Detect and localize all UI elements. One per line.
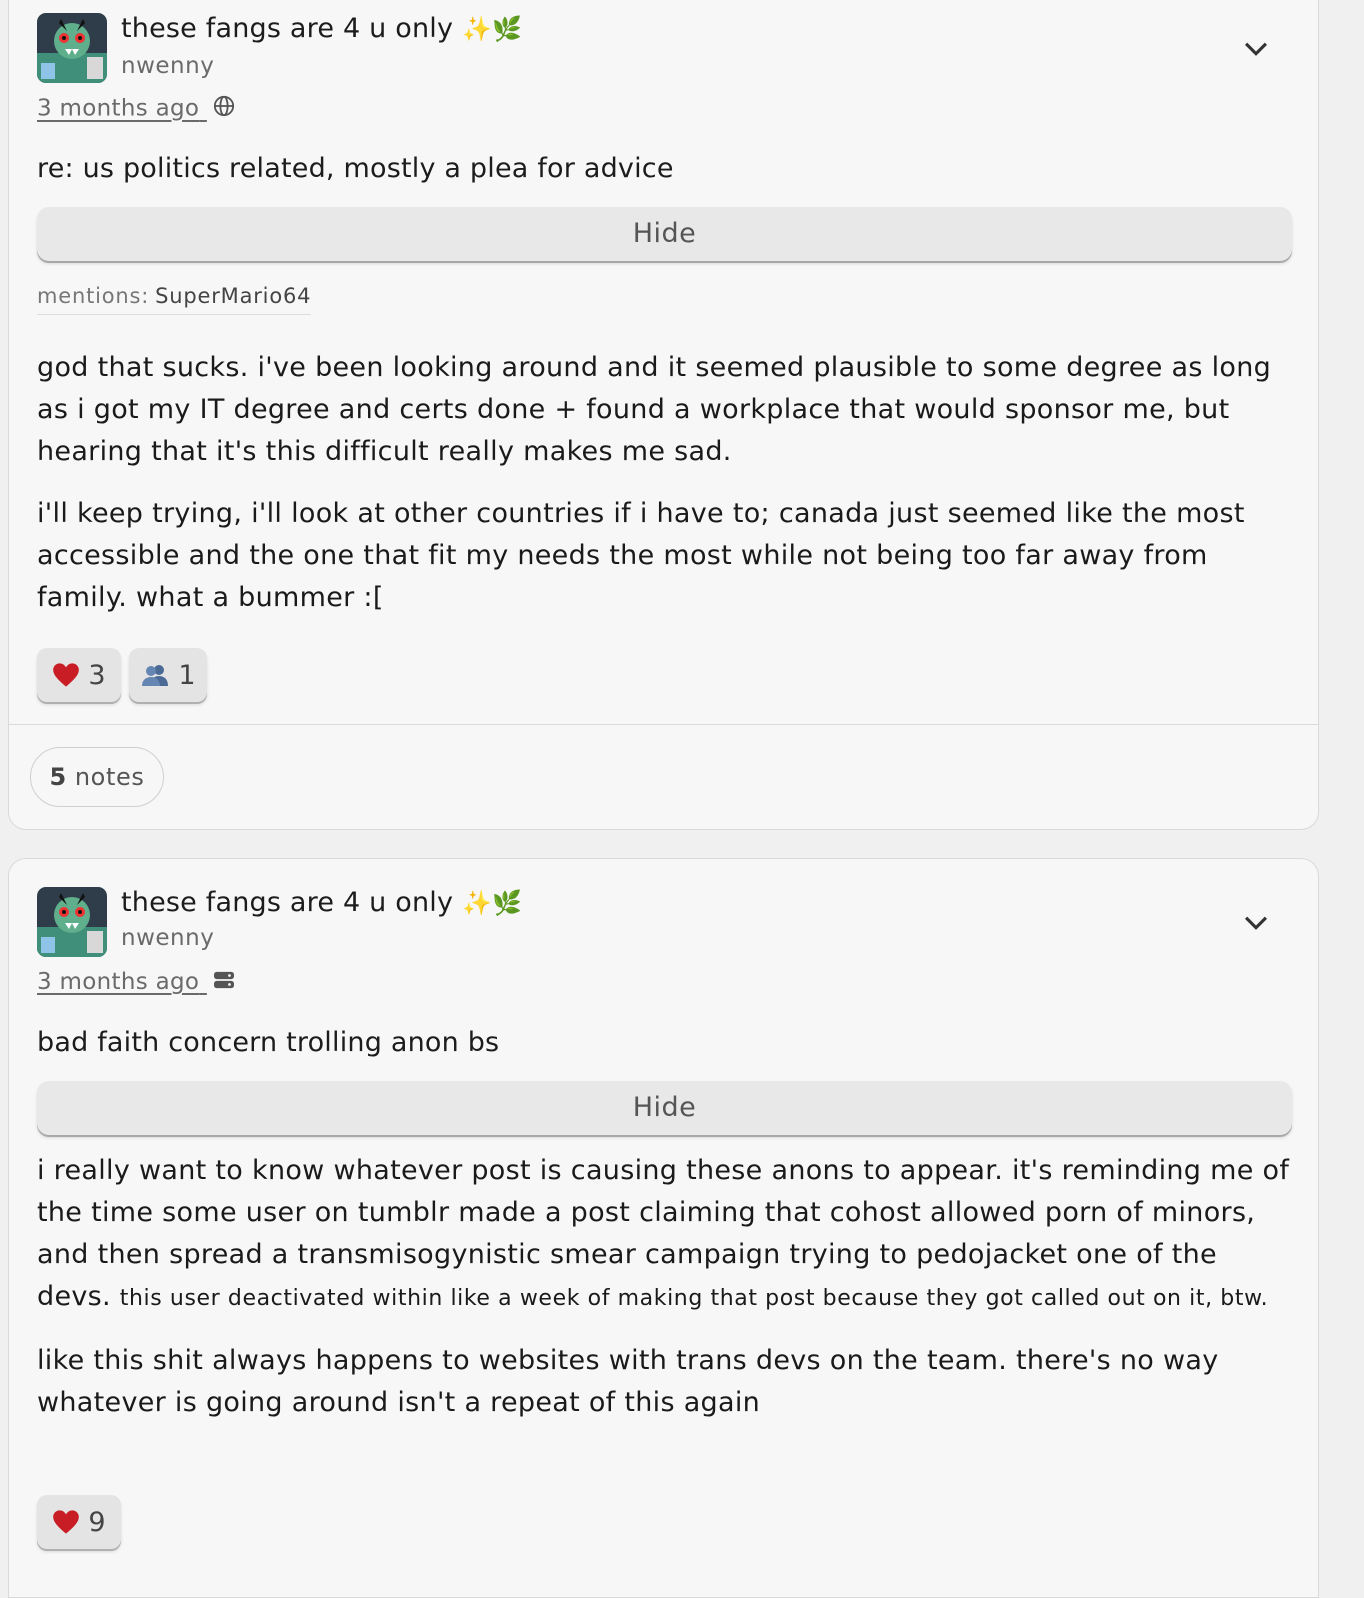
paragraph: like this shit always happens to website… <box>37 1345 1219 1418</box>
mentioned-user[interactable]: SuperMario64 <box>155 284 311 308</box>
reaction-count: 3 <box>88 659 106 691</box>
mentions-label: mentions: <box>37 284 150 308</box>
globe-icon <box>213 95 235 123</box>
avatar[interactable] <box>37 13 107 83</box>
post-body: god that sucks. i've been looking around… <box>37 347 1299 619</box>
reaction-count: 9 <box>88 1506 106 1538</box>
hide-button[interactable]: Hide <box>37 207 1292 261</box>
people-icon <box>140 663 170 687</box>
sparkle-herb-emoji: ✨🌿 <box>461 889 523 917</box>
chevron-down-icon[interactable] <box>1239 905 1273 939</box>
timestamp-link[interactable]: 3 months ago <box>37 969 235 996</box>
post-body: i really want to know whatever post is c… <box>37 1150 1299 1424</box>
avatar[interactable] <box>37 887 107 957</box>
notes-label: notes <box>74 763 145 791</box>
sparkle-herb-emoji: ✨🌿 <box>461 15 523 43</box>
reaction-count: 1 <box>178 659 196 691</box>
notes-count: 5 <box>49 763 67 791</box>
reaction-heart[interactable]: 3 <box>37 648 121 702</box>
content-warning: bad faith concern trolling anon bs <box>37 1027 500 1058</box>
reaction-heart[interactable]: 9 <box>37 1495 121 1549</box>
notes-button[interactable]: 5 notes <box>30 747 164 807</box>
post-card: these fangs are 4 u only ✨🌿 nwenny 3 mon… <box>8 858 1319 1598</box>
timestamp-link[interactable]: 3 months ago <box>37 95 235 123</box>
reaction-people[interactable]: 1 <box>129 648 207 702</box>
divider <box>9 724 1318 725</box>
small-text: this user deactivated within like a week… <box>119 1286 1269 1311</box>
paragraph: i'll keep trying, i'll look at other cou… <box>37 498 1245 613</box>
username[interactable]: nwenny <box>121 925 214 951</box>
username[interactable]: nwenny <box>121 53 214 79</box>
display-name[interactable]: these fangs are 4 u only ✨🌿 <box>121 13 522 44</box>
hide-button[interactable]: Hide <box>37 1081 1292 1135</box>
paragraph: god that sucks. i've been looking around… <box>37 352 1272 467</box>
paragraph: i really want to know whatever post is c… <box>37 1150 1299 1320</box>
heart-icon <box>52 662 80 688</box>
chevron-down-icon[interactable] <box>1239 31 1273 65</box>
display-name[interactable]: these fangs are 4 u only ✨🌿 <box>121 887 522 918</box>
heart-icon <box>52 1509 80 1535</box>
mentions: mentions: SuperMario64 <box>37 284 312 315</box>
content-warning: re: us politics related, mostly a plea f… <box>37 153 674 184</box>
post-card: these fangs are 4 u only ✨🌿 nwenny 3 mon… <box>8 0 1319 830</box>
server-icon <box>213 970 235 996</box>
